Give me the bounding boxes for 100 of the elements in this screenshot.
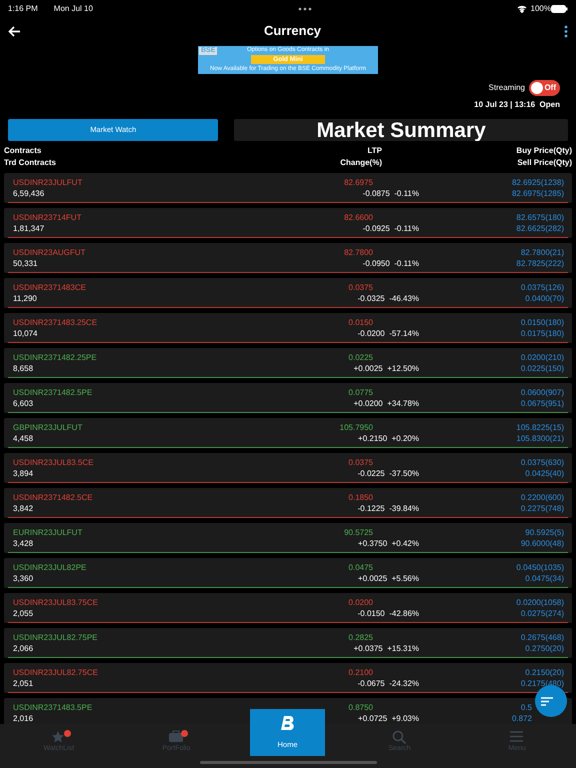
- last-traded-price: 0.0375: [348, 282, 374, 293]
- last-traded-price: 0.1850: [348, 492, 374, 503]
- buy-price: 0.0200(1058): [515, 597, 564, 608]
- page-title: Currency: [264, 22, 322, 40]
- contract-row[interactable]: USDINR23JUL82.75PE 2,066 0.2825 +0.0375 +15.31% 0.2675(468) 0.2750(20): [4, 628, 572, 658]
- tab[interactable]: Market Summary: [234, 119, 568, 141]
- contract-row[interactable]: USDINR2371482.5CE 3,842 0.1850 -0.1225 -39.84% 0.2200(600) 0.2275(748): [4, 488, 572, 518]
- contract-name: EURINR23JULFUT: [13, 527, 84, 538]
- contract-name: USDINR23JUL83.5CE: [13, 457, 94, 468]
- price-change: -0.0225 -37.50%: [356, 468, 419, 479]
- contract-name: USDINR2371483CE: [13, 282, 87, 293]
- contract-row[interactable]: USDINR23JUL83.5CE 3,894 0.0375 -0.0225 -37.50% 0.0375(630) 0.0425(40): [4, 453, 572, 483]
- column-header: Sell Price(Qty): [516, 157, 572, 169]
- streaming-label: Streaming: [488, 82, 525, 94]
- price-change: -0.0325 -46.43%: [356, 293, 419, 304]
- buy-price: 0.0375(630): [520, 457, 564, 468]
- last-traded-price: 82.6600: [343, 212, 374, 223]
- contract-name: USDINR23JUL82.75CE: [13, 667, 99, 678]
- contract-row[interactable]: USDINR23JUL83.75CE 2,055 0.0200 -0.0150 -42.86% 0.0200(1058) 0.0275(274): [4, 593, 572, 623]
- price-change: +0.2150 +0.20%: [357, 433, 419, 444]
- sell-price: 105.8300(21): [515, 433, 564, 444]
- buy-price: 90.5925(5): [524, 527, 564, 538]
- sell-price: 0.0475(34): [524, 573, 564, 584]
- sell-price: 0.0175(180): [520, 328, 564, 339]
- streaming-toggle[interactable]: Off: [529, 80, 560, 96]
- market-status: 10 Jul 23 | 13:16 Open: [473, 99, 561, 111]
- contract-name: USDINR23JUL82.75PE: [13, 632, 98, 643]
- sell-price: 82.7825(222): [515, 258, 564, 269]
- battery-level: 100%: [530, 3, 551, 15]
- contract-row[interactable]: USDINR2371482.5PE 6,603 0.0775 +0.0200 +34.78% 0.0600(907) 0.0675(951): [4, 383, 572, 413]
- wifi-icon: [516, 5, 527, 13]
- contract-row[interactable]: USDINR2371483CE 11,290 0.0375 -0.0325 -46.43% 0.0375(126) 0.0400(70): [4, 278, 572, 308]
- traded-volume: 6,603: [13, 398, 34, 409]
- traded-volume: 3,842: [13, 503, 34, 514]
- buy-price: 0.0150(180): [520, 317, 564, 328]
- last-traded-price: 0.8750: [348, 702, 374, 713]
- buy-price: 0.2675(468): [520, 632, 564, 643]
- traded-volume: 50,331: [13, 258, 38, 269]
- traded-volume: 10,074: [13, 328, 38, 339]
- traded-volume: 2,055: [13, 608, 34, 619]
- buy-price: 0.0450(1035): [515, 562, 564, 573]
- traded-volume: 11,290: [13, 293, 38, 304]
- brand-logo-icon: [280, 714, 294, 731]
- contract-row[interactable]: GBPINR23JULFUT 4,458 105.7950 +0.2150 +0.20% 105.8225(15) 105.8300(21): [4, 418, 572, 448]
- last-traded-price: 0.0200: [348, 597, 374, 608]
- contract-row[interactable]: EURINR23JULFUT 3,428 90.5725 +0.3750 +0.42% 90.5925(5) 90.6000(48): [4, 523, 572, 553]
- contract-name: USDINR23714FUT: [13, 212, 82, 223]
- contract-name: USDINR23JULFUT: [13, 177, 84, 188]
- price-change: -0.0675 -24.32%: [356, 678, 419, 689]
- traded-volume: 2,066: [13, 643, 34, 654]
- traded-volume: 4,458: [13, 433, 34, 444]
- price-change: -0.0200 -57.14%: [356, 328, 419, 339]
- sell-price: 0.0675(951): [520, 398, 564, 409]
- contract-name: USDINR2371482.5PE: [13, 387, 94, 398]
- sell-price: 0.872: [510, 713, 532, 724]
- buy-price: 82.6575(180): [515, 212, 564, 223]
- last-traded-price: 0.0375: [348, 457, 374, 468]
- price-change: -0.0925 -0.11%: [362, 223, 419, 234]
- last-traded-price: 90.5725: [343, 527, 374, 538]
- price-change: +0.0200 +34.78%: [352, 398, 419, 409]
- price-change: +0.0725 +9.03%: [357, 713, 419, 724]
- contract-row[interactable]: USDINR23JULFUT 6,59,436 82.6975 -0.0875 -0.11% 82.6925(1238) 82.6975(1285): [4, 173, 572, 203]
- contract-name: USDINR23AUGFUT: [13, 247, 86, 258]
- last-traded-price: 0.0475: [348, 562, 374, 573]
- last-traded-price: 0.0225: [348, 352, 374, 363]
- more-icon: [298, 7, 312, 11]
- sell-price: 90.6000(48): [520, 538, 564, 549]
- traded-volume: 8,658: [13, 363, 34, 374]
- buy-price: 0.0200(210): [520, 352, 564, 363]
- last-traded-price: 105.7950: [338, 422, 374, 433]
- back-button[interactable]: [8, 26, 21, 36]
- contract-row[interactable]: USDINR23AUGFUT 50,331 82.7800 -0.0950 -0.11% 82.7800(21) 82.7825(222): [4, 243, 572, 273]
- more-options-button[interactable]: [564, 24, 568, 38]
- sell-price: 0.0400(70): [524, 293, 564, 304]
- sell-price: 0.2275(748): [520, 503, 564, 514]
- status-time: 1:16 PM: [8, 3, 38, 15]
- contract-row[interactable]: USDINR23714FUT 1,81,347 82.6600 -0.0925 -0.11% 82.6575(180) 82.6625(282): [4, 208, 572, 238]
- column-header: Change(%): [339, 157, 382, 169]
- price-change: +0.0375 +15.31%: [352, 643, 419, 654]
- column-header: LTP: [366, 145, 382, 157]
- contract-row[interactable]: USDINR2371483.25CE 10,074 0.0150 -0.0200 -57.14% 0.0150(180) 0.0175(180): [4, 313, 572, 343]
- search-icon: [392, 730, 408, 744]
- back-arrow-icon: [8, 26, 21, 36]
- contract-row[interactable]: USDINR2371482.25PE 8,658 0.0225 +0.0025 +12.50% 0.0200(210) 0.0225(150): [4, 348, 572, 378]
- price-change: +0.3750 +0.42%: [357, 538, 419, 549]
- sell-price: 82.6625(282): [515, 223, 564, 234]
- status-date: Mon Jul 10: [54, 3, 93, 15]
- last-traded-price: 82.7800: [343, 247, 374, 258]
- contract-name: GBPINR23JULFUT: [13, 422, 84, 433]
- column-header: Buy Price(Qty): [515, 145, 572, 157]
- price-change: -0.0875 -0.11%: [362, 188, 419, 199]
- price-change: -0.1225 -39.84%: [356, 503, 419, 514]
- traded-volume: 2,051: [13, 678, 34, 689]
- buy-price: 0.2150(20): [524, 667, 564, 678]
- column-header: Trd Contracts: [4, 157, 58, 169]
- menu-icon: [509, 730, 526, 744]
- last-traded-price: 0.0150: [348, 317, 374, 328]
- traded-volume: 3,894: [13, 468, 34, 479]
- column-header: Contracts: [4, 145, 42, 157]
- contract-row[interactable]: USDINR23JUL82PE 3,360 0.0475 +0.0025 +5.56% 0.0450(1035) 0.0475(34): [4, 558, 572, 588]
